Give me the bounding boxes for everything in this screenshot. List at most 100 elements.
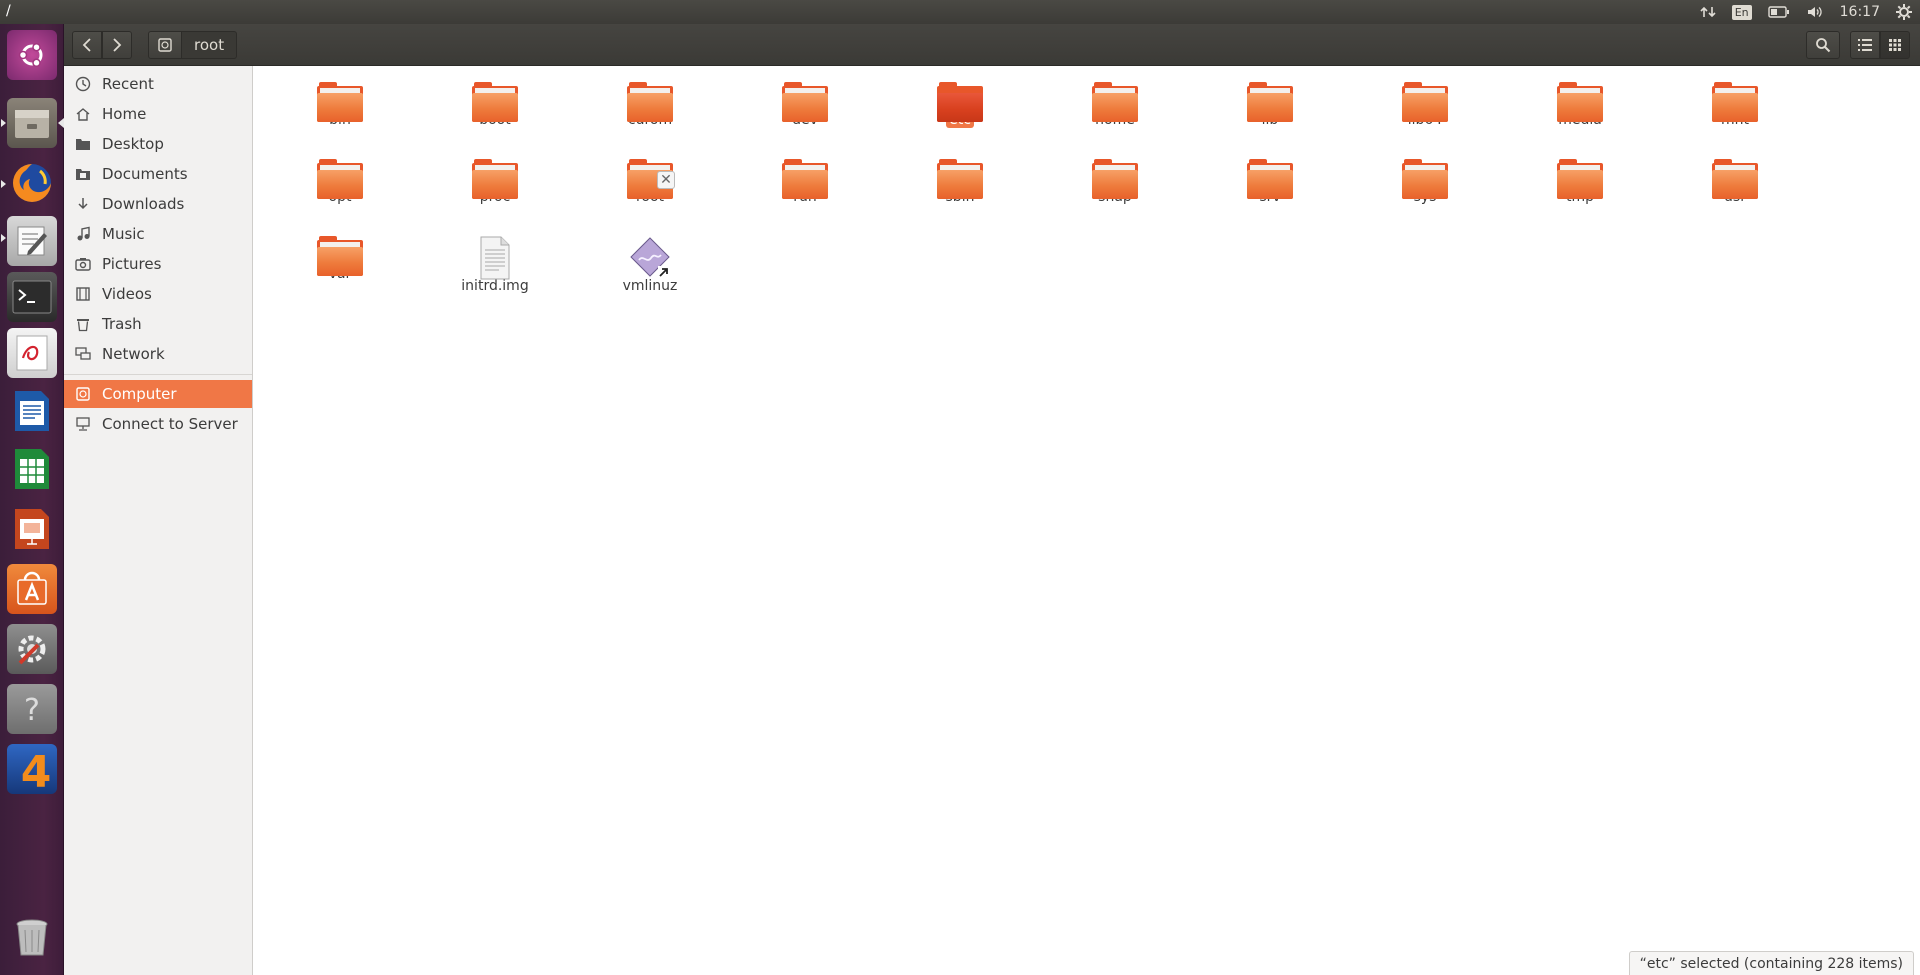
search-button[interactable] bbox=[1806, 31, 1840, 59]
folder-item[interactable]: boot bbox=[440, 66, 550, 128]
impress-icon bbox=[15, 509, 49, 549]
sidebar-item-downloads[interactable]: Downloads bbox=[64, 190, 252, 218]
session-gear-icon[interactable] bbox=[1888, 0, 1920, 24]
terminal-launcher-button[interactable] bbox=[7, 272, 57, 322]
clock-icon bbox=[74, 75, 92, 93]
trash-launcher-button[interactable] bbox=[7, 912, 57, 962]
folder-item[interactable]: ✕root bbox=[595, 143, 705, 205]
folder-item[interactable]: usr bbox=[1680, 143, 1790, 205]
folder-item[interactable]: sys bbox=[1370, 143, 1480, 205]
folder-item[interactable]: tmp bbox=[1525, 143, 1635, 205]
network-transfer-icon[interactable] bbox=[1692, 0, 1724, 24]
path-root-button[interactable] bbox=[148, 31, 182, 59]
camera-icon bbox=[74, 255, 92, 273]
folder-item[interactable]: snap bbox=[1060, 143, 1170, 205]
folder-item[interactable]: sbin bbox=[905, 143, 1015, 205]
dash-home-button[interactable] bbox=[7, 30, 57, 80]
folder-item[interactable]: srv bbox=[1215, 143, 1325, 205]
file-view[interactable]: binboot cdrom devetchomelib lib64 media mnt op… bbox=[254, 66, 1920, 975]
folder-item[interactable]: lib bbox=[1215, 66, 1325, 128]
sidebar-item-music[interactable]: Music bbox=[64, 220, 252, 248]
folder-item[interactable]: lib64 bbox=[1370, 66, 1480, 128]
sidebar-item-label: Documents bbox=[102, 165, 188, 183]
folder-icon bbox=[317, 236, 363, 276]
folder-icon bbox=[472, 159, 518, 199]
home-icon bbox=[74, 105, 92, 123]
calc-launcher-button[interactable] bbox=[7, 444, 57, 494]
places-sidebar: Recent Home Desktop Documents Downloads … bbox=[64, 66, 253, 975]
folder-icon bbox=[937, 82, 983, 122]
folder-item[interactable]: home bbox=[1060, 66, 1170, 128]
folder-item[interactable]: proc bbox=[440, 143, 550, 205]
status-bar: “etc” selected (containing 228 items) bbox=[1628, 951, 1914, 975]
header-bar: root bbox=[64, 24, 1920, 66]
keyboard-layout-indicator[interactable]: En bbox=[1724, 0, 1760, 24]
writer-launcher-button[interactable] bbox=[7, 386, 57, 436]
folder-icon bbox=[1712, 159, 1758, 199]
folder-item[interactable]: bin bbox=[285, 66, 395, 128]
folder-item[interactable]: var bbox=[285, 220, 395, 282]
calc-icon bbox=[15, 449, 49, 489]
folder-item[interactable]: media bbox=[1525, 66, 1635, 128]
file-item[interactable]: vmlinuz bbox=[595, 220, 705, 294]
sidebar-item-documents[interactable]: Documents bbox=[64, 160, 252, 188]
sidebar-item-computer[interactable]: Computer bbox=[64, 380, 252, 408]
sidebar-item-pictures[interactable]: Pictures bbox=[64, 250, 252, 278]
text-editor-launcher-button[interactable] bbox=[7, 216, 57, 266]
folder-item[interactable]: dev bbox=[750, 66, 860, 128]
impress-launcher-button[interactable] bbox=[7, 504, 57, 554]
film-icon bbox=[74, 285, 92, 303]
window-title: / bbox=[6, 3, 11, 19]
clock[interactable]: 16:17 bbox=[1832, 0, 1888, 24]
folder-item[interactable]: cdrom bbox=[595, 66, 705, 128]
volume-icon[interactable] bbox=[1798, 0, 1832, 24]
sidebar-item-recent[interactable]: Recent bbox=[64, 70, 252, 98]
back-button[interactable] bbox=[72, 31, 102, 59]
folder-icon bbox=[1247, 159, 1293, 199]
folder-icon bbox=[627, 82, 673, 122]
sidebar-separator bbox=[64, 374, 252, 375]
list-view-button[interactable] bbox=[1850, 31, 1880, 59]
grid-view-button[interactable] bbox=[1880, 31, 1910, 59]
folder-icon: ✕ bbox=[627, 159, 675, 199]
sidebar-item-connect-to-server[interactable]: Connect to Server bbox=[64, 410, 252, 438]
help-icon: ? bbox=[24, 693, 40, 726]
folder-item[interactable]: run bbox=[750, 143, 860, 205]
sidebar-item-videos[interactable]: Videos bbox=[64, 280, 252, 308]
folder-icon bbox=[317, 159, 363, 199]
document-icon bbox=[74, 165, 92, 183]
grid-view-icon bbox=[1889, 39, 1901, 51]
pdf-viewer-icon bbox=[16, 335, 48, 371]
folder-item[interactable]: opt bbox=[285, 143, 395, 205]
folder-icon bbox=[1402, 159, 1448, 199]
sidebar-item-desktop[interactable]: Desktop bbox=[64, 130, 252, 158]
folder-icon bbox=[74, 135, 92, 153]
files-launcher-button[interactable] bbox=[7, 98, 57, 148]
software-center-launcher-button[interactable] bbox=[7, 564, 57, 614]
software-center-icon bbox=[17, 571, 47, 605]
executable-link-icon bbox=[627, 236, 673, 278]
launcher: ? 4 bbox=[0, 24, 64, 975]
battery-icon[interactable] bbox=[1760, 0, 1798, 24]
folder-item[interactable]: etc bbox=[905, 66, 1015, 128]
path-segment-root[interactable]: root bbox=[182, 31, 238, 59]
sidebar-item-label: Videos bbox=[102, 285, 152, 303]
firefox-launcher-button[interactable] bbox=[7, 158, 57, 208]
forward-button[interactable] bbox=[102, 31, 132, 59]
folder-item[interactable]: mnt bbox=[1680, 66, 1790, 128]
sidebar-item-label: Home bbox=[102, 105, 147, 123]
file-name-label: vmlinuz bbox=[622, 278, 678, 294]
system-settings-launcher-button[interactable] bbox=[7, 624, 57, 674]
trash-icon bbox=[74, 315, 92, 333]
sidebar-item-label: Desktop bbox=[102, 135, 164, 153]
music-icon bbox=[74, 225, 92, 243]
help-launcher-button[interactable]: ? bbox=[7, 684, 57, 734]
indicator-area: En 16:17 bbox=[1692, 0, 1920, 24]
sidebar-item-network[interactable]: Network bbox=[64, 340, 252, 368]
sidebar-item-home[interactable]: Home bbox=[64, 100, 252, 128]
document-viewer-launcher-button[interactable] bbox=[7, 328, 57, 378]
search-icon bbox=[1816, 38, 1831, 53]
app-four-launcher-button[interactable]: 4 bbox=[7, 744, 57, 794]
sidebar-item-trash[interactable]: Trash bbox=[64, 310, 252, 338]
file-item[interactable]: initrd.img bbox=[440, 220, 550, 294]
